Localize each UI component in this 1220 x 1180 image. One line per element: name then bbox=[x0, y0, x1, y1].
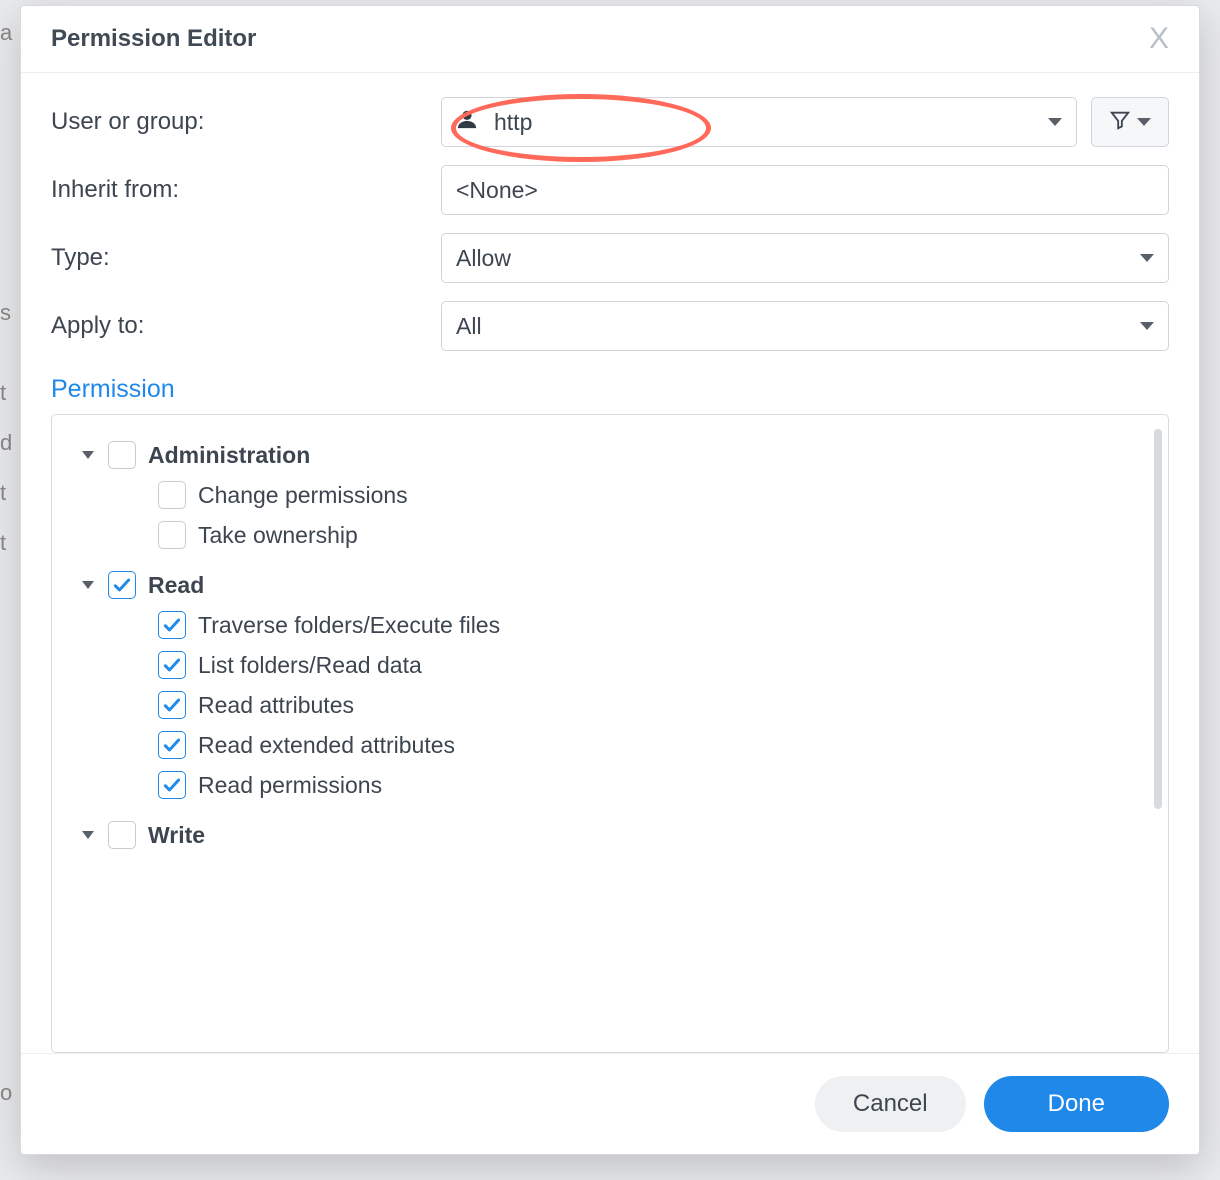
chevron-down-icon bbox=[1048, 118, 1062, 126]
person-icon bbox=[456, 108, 478, 136]
bg-letter: t bbox=[0, 380, 16, 406]
dialog-title: Permission Editor bbox=[51, 25, 256, 53]
bg-letter: t bbox=[0, 480, 16, 506]
close-icon[interactable]: X bbox=[1149, 24, 1169, 54]
tree-item-row: List folders/Read data bbox=[126, 645, 1158, 685]
tree-children: Change permissions Take ownership bbox=[126, 475, 1158, 555]
dialog-body: User or group: http bbox=[21, 73, 1199, 1053]
inherit-from-value: <None> bbox=[456, 177, 538, 204]
label-apply-to: Apply to: bbox=[51, 312, 441, 340]
permission-label: Change permissions bbox=[198, 482, 408, 509]
bg-letter: s bbox=[0, 300, 16, 326]
permission-label: Read extended attributes bbox=[198, 732, 455, 759]
permission-label: Write bbox=[148, 822, 205, 849]
tree-item-row: Read attributes bbox=[126, 685, 1158, 725]
apply-to-select[interactable]: All bbox=[441, 301, 1169, 351]
type-select[interactable]: Allow bbox=[441, 233, 1169, 283]
permission-checkbox[interactable] bbox=[158, 771, 186, 799]
tree-group: Read Traverse folders/Execute files List f… bbox=[82, 565, 1158, 805]
label-user-or-group: User or group: bbox=[51, 108, 441, 136]
permission-label: List folders/Read data bbox=[198, 652, 422, 679]
inherit-from-field: <None> bbox=[441, 165, 1169, 215]
expand-toggle-icon[interactable] bbox=[82, 581, 94, 589]
permission-checkbox[interactable] bbox=[158, 611, 186, 639]
user-or-group-select[interactable]: http bbox=[441, 97, 1077, 147]
permission-label: Read bbox=[148, 572, 204, 599]
dialog-footer: Cancel Done bbox=[21, 1053, 1199, 1154]
label-type: Type: bbox=[51, 244, 441, 272]
tree-item-row: Traverse folders/Execute files bbox=[126, 605, 1158, 645]
permission-label: Read permissions bbox=[198, 772, 382, 799]
permission-checkbox[interactable] bbox=[158, 651, 186, 679]
chevron-down-icon bbox=[1140, 322, 1154, 330]
cancel-button[interactable]: Cancel bbox=[815, 1076, 966, 1132]
permission-editor-dialog: Permission Editor X User or group: http bbox=[20, 5, 1200, 1155]
tree-group-row: Write bbox=[82, 815, 1158, 855]
filter-button[interactable] bbox=[1091, 97, 1169, 147]
expand-toggle-icon[interactable] bbox=[82, 451, 94, 459]
permission-label: Read attributes bbox=[198, 692, 354, 719]
permission-label: Take ownership bbox=[198, 522, 358, 549]
tree-group-row: Administration bbox=[82, 435, 1158, 475]
scrollbar[interactable] bbox=[1154, 429, 1162, 809]
permission-checkbox[interactable] bbox=[158, 481, 186, 509]
permission-checkbox[interactable] bbox=[158, 691, 186, 719]
chevron-down-icon bbox=[1137, 118, 1151, 126]
funnel-icon bbox=[1109, 109, 1131, 136]
bg-letter: o bbox=[0, 1080, 16, 1106]
row-type: Type: Allow bbox=[51, 233, 1169, 283]
bg-letter: t bbox=[0, 530, 16, 556]
row-inherit-from: Inherit from: <None> bbox=[51, 165, 1169, 215]
row-apply-to: Apply to: All bbox=[51, 301, 1169, 351]
apply-to-value: All bbox=[456, 313, 482, 340]
tree-group-row: Read bbox=[82, 565, 1158, 605]
tree-item-row: Read extended attributes bbox=[126, 725, 1158, 765]
expand-toggle-icon[interactable] bbox=[82, 831, 94, 839]
bg-letter: a bbox=[0, 20, 16, 46]
row-user-or-group: User or group: http bbox=[51, 97, 1169, 147]
bg-letter: d bbox=[0, 430, 16, 456]
tree-item-row: Read permissions bbox=[126, 765, 1158, 805]
permission-tree-panel: Administration Change permissions Take own… bbox=[51, 414, 1169, 1053]
permission-label: Traverse folders/Execute files bbox=[198, 612, 500, 639]
tree-item-row: Take ownership bbox=[126, 515, 1158, 555]
dialog-header: Permission Editor X bbox=[21, 6, 1199, 73]
permission-section-heading: Permission bbox=[51, 375, 1169, 404]
tree-children: Traverse folders/Execute files List folde… bbox=[126, 605, 1158, 805]
user-or-group-value: http bbox=[494, 109, 532, 136]
type-value: Allow bbox=[456, 245, 511, 272]
permission-checkbox[interactable] bbox=[108, 441, 136, 469]
done-button[interactable]: Done bbox=[984, 1076, 1169, 1132]
permission-label: Administration bbox=[148, 442, 310, 469]
chevron-down-icon bbox=[1140, 254, 1154, 262]
tree-group: Administration Change permissions Take own… bbox=[82, 435, 1158, 555]
tree-item-row: Change permissions bbox=[126, 475, 1158, 515]
label-inherit-from: Inherit from: bbox=[51, 176, 441, 204]
permission-checkbox[interactable] bbox=[158, 731, 186, 759]
permission-tree[interactable]: Administration Change permissions Take own… bbox=[52, 415, 1168, 1052]
tree-group: Write bbox=[82, 815, 1158, 855]
permission-checkbox[interactable] bbox=[158, 521, 186, 549]
permission-checkbox[interactable] bbox=[108, 821, 136, 849]
permission-checkbox[interactable] bbox=[108, 571, 136, 599]
